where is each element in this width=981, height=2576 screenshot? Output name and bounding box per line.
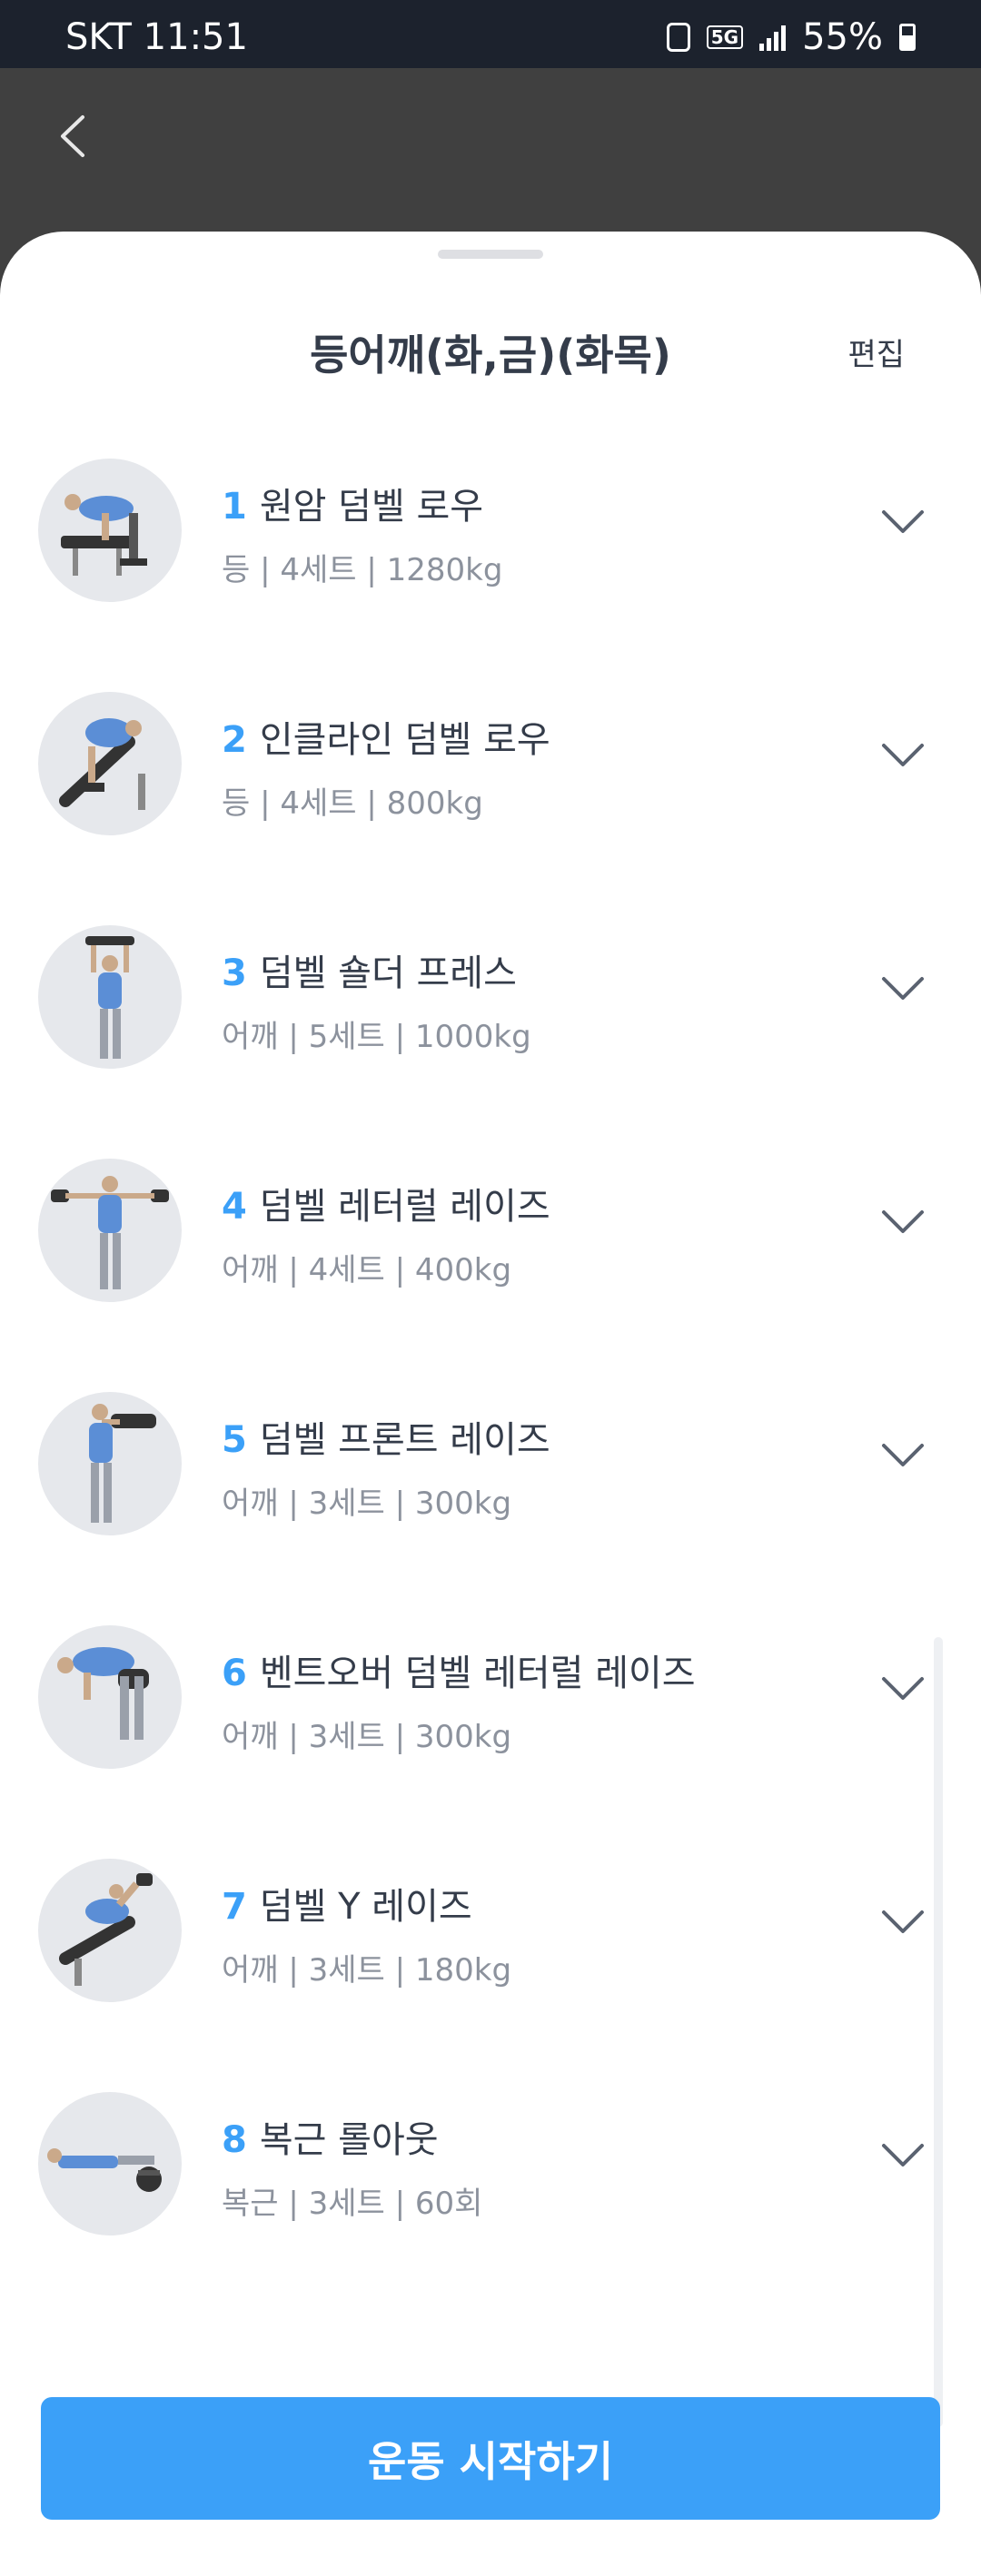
- drag-handle[interactable]: [438, 250, 543, 259]
- exercise-item[interactable]: 8 복근 롤아웃 복근 | 3세트 | 60회: [0, 2074, 981, 2307]
- exercise-name: 4 덤벨 레터럴 레이즈: [222, 1177, 550, 1229]
- network-badge: 5G: [706, 25, 744, 49]
- exercise-meta: 어깨 | 4세트 | 400kg: [222, 1252, 512, 1288]
- chevron-down-icon: [882, 977, 924, 1000]
- status-bar: SKT 11:51 5G 55%: [0, 0, 981, 68]
- app-bar: [0, 68, 981, 201]
- exercise-meta: 복근 | 3세트 | 60회: [222, 2186, 483, 2222]
- scrollbar[interactable]: [934, 1637, 943, 2427]
- exercise-title: 덤벨 프론트 레이즈: [259, 1419, 550, 1461]
- exercise-thumbnail: [38, 1859, 182, 2002]
- exercise-title: 원암 덤벨 로우: [259, 486, 484, 528]
- expand-button[interactable]: [867, 1895, 939, 1949]
- exercise-name: 1 원암 덤벨 로우: [222, 477, 483, 529]
- status-icons: 5G 55%: [666, 16, 916, 58]
- chevron-down-icon: [882, 2144, 924, 2166]
- exercise-thumbnail: [38, 925, 182, 1069]
- battery-percent: 55%: [802, 16, 883, 58]
- exercise-name: 7 덤벨 Y 레이즈: [222, 1877, 472, 1930]
- start-workout-button[interactable]: 운동 시작하기: [41, 2397, 940, 2520]
- chevron-down-icon: [882, 1210, 924, 1233]
- exercise-number: 5: [222, 1419, 247, 1461]
- exercise-name: 3 덤벨 숄더 프레스: [222, 943, 517, 996]
- exercise-item[interactable]: 4 덤벨 레터럴 레이즈 어깨 | 4세트 | 400kg: [0, 1140, 981, 1374]
- exercise-name: 6 벤트오버 덤벨 레터럴 레이즈: [222, 1643, 696, 1696]
- exercise-item[interactable]: 5 덤벨 프론트 레이즈 어깨 | 3세트 | 300kg: [0, 1374, 981, 1607]
- exercise-number: 8: [222, 2119, 247, 2161]
- exercise-title: 덤벨 숄더 프레스: [259, 952, 517, 994]
- battery-icon: [899, 24, 916, 51]
- exercise-item[interactable]: 1 원암 덤벨 로우 등 | 4세트 | 1280kg: [0, 440, 981, 674]
- expand-button[interactable]: [867, 1428, 939, 1483]
- expand-button[interactable]: [867, 495, 939, 549]
- exercise-number: 6: [222, 1653, 247, 1694]
- chevron-down-icon: [882, 1910, 924, 1933]
- chevron-down-icon: [882, 510, 924, 533]
- exercise-name: 8 복근 롤아웃: [222, 2110, 439, 2163]
- exercise-meta: 어깨 | 3세트 | 300kg: [222, 1719, 512, 1755]
- expand-button[interactable]: [867, 1195, 939, 1249]
- exercise-title: 덤벨 레터럴 레이즈: [259, 1186, 550, 1228]
- exercise-number: 3: [222, 952, 247, 994]
- exercise-number: 2: [222, 719, 247, 761]
- exercise-meta: 어깨 | 5세트 | 1000kg: [222, 1019, 531, 1055]
- exercise-list: 1 원암 덤벨 로우 등 | 4세트 | 1280kg 2 인클라인 덤벨 로우 등…: [0, 440, 981, 2307]
- exercise-meta: 어깨 | 3세트 | 180kg: [222, 1952, 512, 1989]
- exercise-number: 1: [222, 486, 247, 528]
- chevron-down-icon: [882, 1444, 924, 1466]
- back-button[interactable]: [45, 104, 100, 168]
- signal-icon: [759, 24, 787, 51]
- expand-button[interactable]: [867, 1662, 939, 1716]
- exercise-title: 복근 롤아웃: [259, 2119, 439, 2161]
- exercise-thumbnail: [38, 692, 182, 835]
- expand-button[interactable]: [867, 728, 939, 783]
- expand-button[interactable]: [867, 2128, 939, 2183]
- exercise-meta: 등 | 4세트 | 800kg: [222, 785, 483, 822]
- routine-title: 등어깨(화,금)(화목): [310, 331, 671, 380]
- exercise-meta: 등 | 4세트 | 1280kg: [222, 552, 503, 588]
- exercise-name: 2 인클라인 덤벨 로우: [222, 710, 550, 763]
- exercise-item[interactable]: 2 인클라인 덤벨 로우 등 | 4세트 | 800kg: [0, 674, 981, 907]
- routine-sheet: 등어깨(화,금)(화목) 편집 1 원암 덤벨 로우 등 | 4세트 | 1280…: [0, 232, 981, 2576]
- exercise-number: 4: [222, 1186, 247, 1228]
- exercise-thumbnail: [38, 1392, 182, 1535]
- exercise-thumbnail: [38, 459, 182, 602]
- back-arrow-icon: [61, 115, 84, 157]
- edit-button[interactable]: 편집: [847, 330, 905, 374]
- exercise-item[interactable]: 3 덤벨 숄더 프레스 어깨 | 5세트 | 1000kg: [0, 907, 981, 1140]
- sync-icon: [666, 23, 690, 52]
- exercise-title: 벤트오버 덤벨 레터럴 레이즈: [259, 1653, 696, 1694]
- exercise-title: 덤벨 Y 레이즈: [259, 1886, 472, 1928]
- exercise-thumbnail: [38, 1159, 182, 1302]
- chevron-down-icon: [882, 1677, 924, 1700]
- exercise-thumbnail: [38, 1625, 182, 1769]
- exercise-meta: 어깨 | 3세트 | 300kg: [222, 1485, 512, 1522]
- expand-button[interactable]: [867, 962, 939, 1016]
- exercise-name: 5 덤벨 프론트 레이즈: [222, 1410, 550, 1463]
- exercise-title: 인클라인 덤벨 로우: [259, 719, 550, 761]
- exercise-item[interactable]: 6 벤트오버 덤벨 레터럴 레이즈 어깨 | 3세트 | 300kg: [0, 1607, 981, 1841]
- exercise-thumbnail: [38, 2092, 182, 2235]
- exercise-number: 7: [222, 1886, 247, 1928]
- exercise-item[interactable]: 7 덤벨 Y 레이즈 어깨 | 3세트 | 180kg: [0, 1841, 981, 2074]
- carrier-time: SKT 11:51: [65, 16, 248, 58]
- chevron-down-icon: [882, 744, 924, 766]
